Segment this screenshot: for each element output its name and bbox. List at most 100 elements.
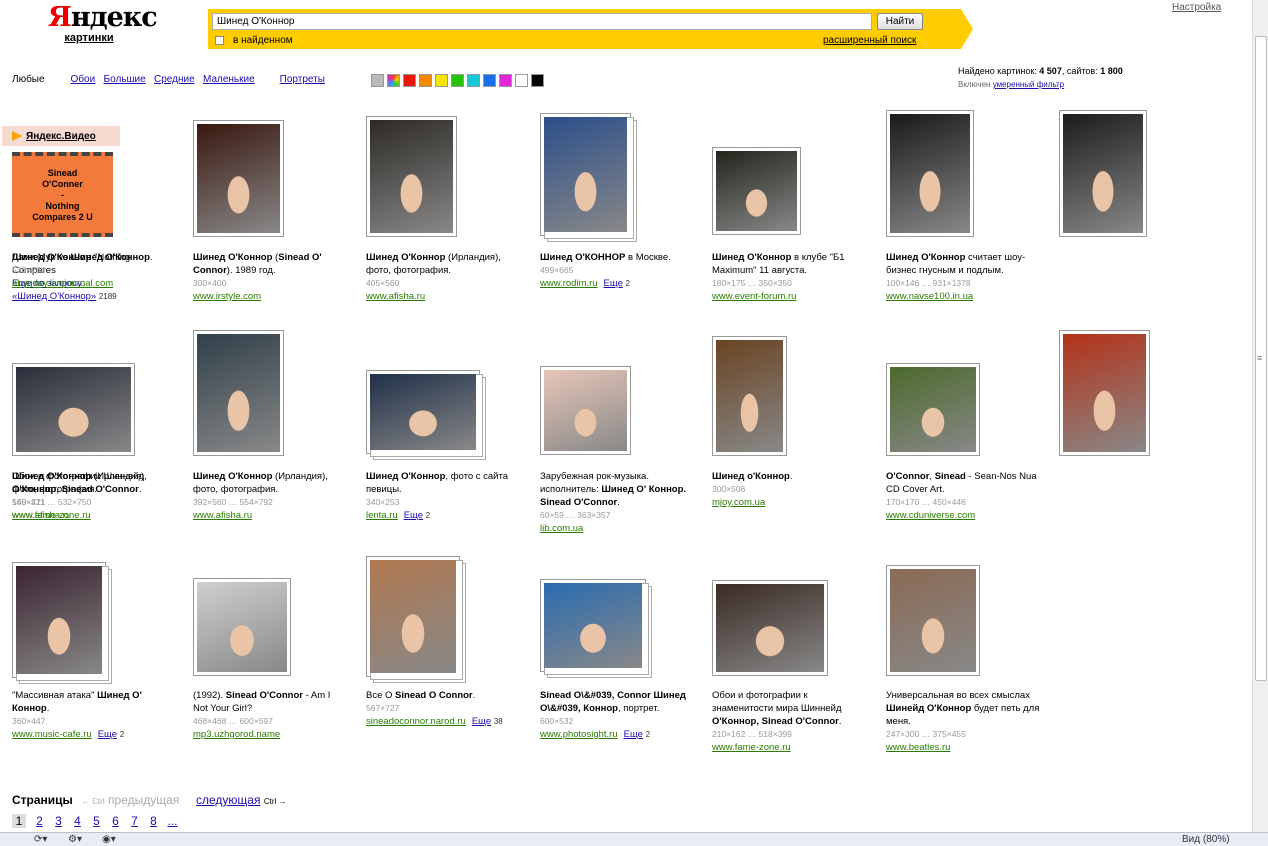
yandex-video-link[interactable]: Яндекс.Видео bbox=[26, 131, 96, 142]
result-thumbnail[interactable] bbox=[12, 562, 112, 684]
color-swatch[interactable] bbox=[515, 74, 528, 87]
color-swatch[interactable] bbox=[467, 74, 480, 87]
result-title-text[interactable]: . bbox=[473, 690, 476, 701]
result-site-link[interactable]: www.afisha.ru bbox=[366, 291, 425, 302]
color-swatch[interactable] bbox=[483, 74, 496, 87]
result-title[interactable]: Обои и фотографии Шиннейд O'Коннор, Sine… bbox=[12, 470, 172, 496]
result-more-link[interactable]: Еще bbox=[404, 510, 423, 521]
result-thumbnail[interactable] bbox=[366, 370, 486, 460]
result-title-text[interactable]: "Массивная атака" bbox=[12, 690, 97, 701]
page-link[interactable]: 7 bbox=[125, 814, 144, 828]
result-title[interactable]: Шинед О'Коннор (Ирландия), фото, фотогра… bbox=[366, 251, 516, 277]
color-swatch[interactable] bbox=[371, 74, 384, 87]
result-title[interactable]: Все О Sinead O Connor. bbox=[366, 689, 516, 702]
page-link[interactable]: 6 bbox=[106, 814, 125, 828]
color-swatch[interactable] bbox=[387, 74, 400, 87]
pager-next-link[interactable]: следующая bbox=[196, 793, 260, 807]
result-thumbnail[interactable] bbox=[366, 556, 466, 683]
result-title-text[interactable]: Обои и фотографии к знаменитости мира Ши… bbox=[712, 690, 842, 714]
color-swatch[interactable] bbox=[499, 74, 512, 87]
result-thumbnail[interactable] bbox=[193, 120, 284, 237]
result-site-link[interactable]: lib.com.ua bbox=[540, 523, 583, 534]
result-title-text[interactable]: Все О bbox=[366, 690, 395, 701]
result-title-bold[interactable]: Sinead O Connor bbox=[395, 690, 473, 701]
result-thumbnail[interactable] bbox=[193, 578, 291, 676]
result-title[interactable]: "Массивная атака" Шинед О' Коннор. bbox=[12, 689, 162, 715]
result-thumbnail[interactable] bbox=[1059, 330, 1150, 456]
page-link[interactable]: 4 bbox=[68, 814, 87, 828]
result-title-text[interactable]: . bbox=[150, 252, 153, 263]
result-title-text[interactable]: . bbox=[839, 716, 842, 727]
result-site-link[interactable]: www.afisha.ru bbox=[193, 510, 252, 521]
filter-wallpapers[interactable]: Обои bbox=[71, 74, 96, 85]
result-title[interactable]: (1992). Sinead O'Connor - Am I Not Your … bbox=[193, 689, 343, 715]
result-title-bold[interactable]: Sinead O\&#039, Connor Шинед О\&#039, Ко… bbox=[540, 690, 686, 714]
settings-link[interactable]: Настройка bbox=[1172, 2, 1221, 13]
result-title-text[interactable]: Обои и фотографии Шиннейд bbox=[12, 471, 144, 482]
result-site-link[interactable]: sineadoconnor.narod.ru bbox=[366, 716, 466, 727]
result-thumbnail[interactable] bbox=[712, 147, 801, 235]
result-title-text[interactable]: . bbox=[47, 703, 50, 714]
result-title-bold[interactable]: Шинед О'Коннор bbox=[193, 471, 272, 482]
result-title-text[interactable]: . bbox=[617, 497, 620, 508]
result-thumbnail[interactable] bbox=[1059, 110, 1147, 237]
in-found-option[interactable]: в найденном bbox=[215, 35, 293, 46]
pager-next[interactable]: следующая Ctrl → bbox=[196, 793, 286, 807]
result-title[interactable]: Универсальная во всех смыслах Шинейд О'К… bbox=[886, 689, 1046, 728]
accelerator-icon[interactable]: ◉▾ bbox=[102, 834, 116, 845]
filter-medium[interactable]: Средние bbox=[154, 74, 195, 85]
result-title-bold[interactable]: Шинед О'Коннор bbox=[712, 252, 791, 263]
result-site-link[interactable]: www.beatles.ru bbox=[886, 742, 950, 753]
result-title-bold[interactable]: Шинед О'КОННОР bbox=[540, 252, 625, 263]
result-title[interactable]: Зарубежная рок-музыка. исполнитель: Шине… bbox=[540, 470, 690, 509]
color-swatch[interactable] bbox=[419, 74, 432, 87]
filter-small[interactable]: Маленькие bbox=[203, 74, 255, 85]
result-title-text[interactable]: . bbox=[139, 484, 142, 495]
result-title-bold[interactable]: Шинед О'Коннор bbox=[886, 252, 965, 263]
page-link[interactable]: ... bbox=[163, 814, 182, 828]
result-thumbnail[interactable] bbox=[886, 565, 980, 676]
advanced-search-link[interactable]: расширенный поиск bbox=[823, 35, 916, 46]
result-site-link[interactable]: www.fame-zone.ru bbox=[712, 742, 791, 753]
result-more-link[interactable]: Еще bbox=[604, 278, 623, 289]
yandex-video-header[interactable]: Яндекс.Видео bbox=[2, 126, 120, 146]
result-title[interactable]: Обои и фотографии к знаменитости мира Ши… bbox=[712, 689, 862, 728]
yandex-logo[interactable]: Яндекс картинки bbox=[48, 2, 158, 44]
result-title-text[interactable]: Универсальная во всех смыслах bbox=[886, 690, 1030, 701]
result-title[interactable]: Дэми Мур vs Шинед О'Коннор. bbox=[12, 251, 172, 264]
result-site-link[interactable]: mjoy.com.ua bbox=[712, 497, 765, 508]
refresh-icon[interactable]: ⟳▾ bbox=[34, 834, 47, 845]
result-site-link[interactable]: www.rodim.ru bbox=[540, 278, 598, 289]
result-title-text[interactable]: . bbox=[790, 471, 793, 482]
result-site-link[interactable]: abygday.livejournal.com bbox=[12, 278, 113, 289]
result-thumbnail[interactable] bbox=[712, 336, 787, 456]
search-button[interactable]: Найти bbox=[877, 13, 923, 30]
result-site-link[interactable]: www.event-forum.ru bbox=[712, 291, 796, 302]
result-site-link[interactable]: www.navse100.in.ua bbox=[886, 291, 973, 302]
result-site-link[interactable]: www.cduniverse.com bbox=[886, 510, 975, 521]
page-link[interactable]: 2 bbox=[30, 814, 49, 828]
page-link[interactable]: 5 bbox=[87, 814, 106, 828]
result-title[interactable]: Шинед О'Коннор в клубе "Б1 Maximum" 11 а… bbox=[712, 251, 862, 277]
result-site-link[interactable]: www.irstyle.com bbox=[193, 291, 261, 302]
result-title-bold[interactable]: Шинейд О'Коннор bbox=[886, 703, 971, 714]
result-thumbnail[interactable] bbox=[886, 363, 980, 456]
result-more-link[interactable]: Еще bbox=[98, 729, 117, 740]
filter-large[interactable]: Большие bbox=[104, 74, 146, 85]
result-title-bold[interactable]: O'Коннор, Sinead O'Connor bbox=[12, 484, 139, 495]
result-title[interactable]: Шинед О'КОННОР в Москве. bbox=[540, 251, 690, 264]
result-title-bold[interactable]: Sinead O'Connor bbox=[226, 690, 303, 701]
result-thumbnail[interactable] bbox=[193, 330, 284, 456]
in-found-checkbox[interactable] bbox=[215, 36, 224, 45]
result-title-text[interactable]: в Москве. bbox=[625, 252, 671, 263]
result-title-bold[interactable]: Шинед О'Коннор bbox=[366, 471, 445, 482]
page-link[interactable]: 3 bbox=[49, 814, 68, 828]
result-title-bold[interactable]: O'Коннор, Sinead O'Connor bbox=[712, 716, 839, 727]
moderate-filter-link[interactable]: умеренный фильтр bbox=[993, 80, 1064, 89]
result-thumbnail[interactable] bbox=[540, 113, 637, 242]
result-site-link[interactable]: www.fame-zone.ru bbox=[12, 510, 91, 521]
color-swatch[interactable] bbox=[451, 74, 464, 87]
filter-portraits[interactable]: Портреты bbox=[280, 74, 325, 85]
result-thumbnail[interactable] bbox=[540, 579, 652, 678]
filter-any[interactable]: Любые bbox=[12, 74, 45, 85]
